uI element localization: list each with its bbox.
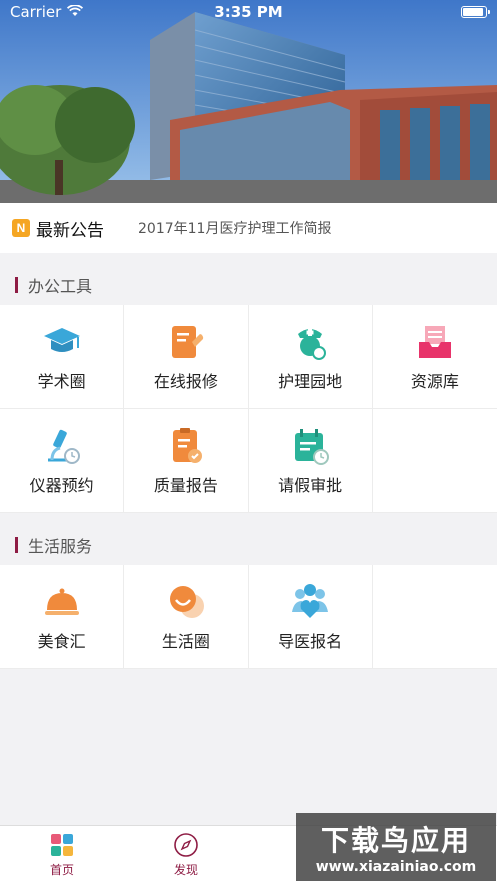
life-services-header: 生活服务: [0, 521, 497, 569]
nurse-icon: [298, 328, 327, 360]
section-title: 生活服务: [28, 537, 93, 556]
battery-icon: [461, 6, 490, 18]
office-tools-grid: 学术圈 在线报修 护理园地 资源库 仪器预约 质量报告 请假审批: [0, 305, 497, 513]
hospital-banner-image[interactable]: [0, 0, 497, 203]
home-grid-icon: [51, 834, 73, 856]
section-accent-bar: [15, 537, 18, 553]
status-bar: Carrier 3:35 PM: [0, 0, 497, 24]
resource-inbox-icon: [418, 325, 451, 358]
section-accent-bar: [15, 277, 18, 293]
microscope-clock-icon: [47, 429, 80, 464]
watermark-logo: 下载鸟应用 www.xiazainiao.com: [296, 813, 496, 881]
tab-discover[interactable]: 发现: [124, 826, 248, 884]
tool-online-repair[interactable]: 在线报修: [124, 305, 249, 409]
announcement-title: 最新公告: [36, 220, 104, 241]
food-cloche-icon: [44, 588, 79, 615]
service-life-circle[interactable]: 生活圈: [124, 565, 249, 669]
service-food-hub[interactable]: 美食汇: [0, 565, 125, 669]
tool-leave-approval[interactable]: 请假审批: [248, 409, 373, 513]
graduation-cap-icon: [43, 327, 80, 352]
quality-report-icon: [172, 427, 202, 463]
life-circle-icon: [169, 585, 204, 618]
leave-calendar-icon: [295, 428, 330, 465]
tool-resource-library[interactable]: 资源库: [372, 305, 497, 409]
compass-icon: [174, 833, 198, 857]
repair-document-icon: [171, 325, 204, 358]
tool-academic-circle[interactable]: 学术圈: [0, 305, 125, 409]
announcement-bar[interactable]: N 最新公告 2017年11月医疗护理工作简报: [0, 203, 497, 253]
empty-cell: [372, 565, 497, 669]
tool-quality-report[interactable]: 质量报告: [124, 409, 249, 513]
tool-instrument-booking[interactable]: 仪器预约: [0, 409, 125, 513]
service-guide-registration[interactable]: 导医报名: [248, 565, 373, 669]
tab-home[interactable]: 首页: [0, 826, 124, 884]
new-badge-icon: N: [12, 219, 30, 237]
section-title: 办公工具: [28, 277, 93, 296]
clock: 3:35 PM: [214, 3, 283, 21]
empty-cell: [372, 409, 497, 513]
wifi-icon: [67, 3, 84, 21]
life-services-grid: 美食汇 生活圈 导医报名: [0, 565, 497, 669]
announcement-text[interactable]: 2017年11月医疗护理工作简报: [138, 218, 331, 238]
office-tools-header: 办公工具: [0, 261, 497, 309]
carrier-label: Carrier: [10, 3, 62, 21]
tool-nursing-garden[interactable]: 护理园地: [248, 305, 373, 409]
people-heart-icon: [292, 583, 329, 618]
